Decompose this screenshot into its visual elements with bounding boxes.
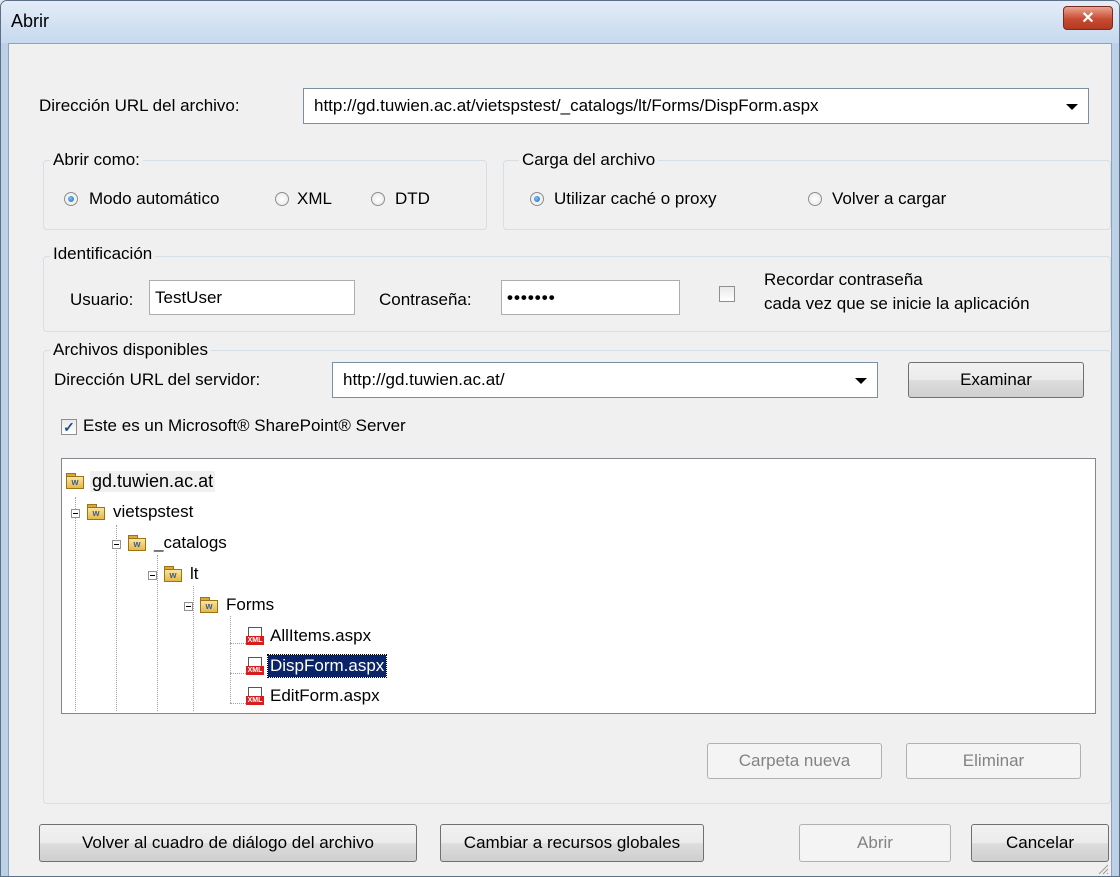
tree-connector — [75, 497, 76, 711]
xml-file-icon: XML — [246, 687, 264, 707]
user-input-value: TestUser — [155, 287, 223, 307]
server-url-combo[interactable]: http://gd.tuwien.ac.at/ — [332, 362, 878, 398]
open-dialog: Abrir ✕ Dirección URL del archivo: http:… — [0, 0, 1120, 877]
resize-grip-icon[interactable] — [1097, 863, 1109, 875]
sharepoint-label[interactable]: Este es un Microsoft® SharePoint® Server — [83, 416, 406, 436]
sharepoint-folder-icon: w — [128, 535, 146, 551]
chevron-down-icon[interactable] — [1066, 104, 1078, 110]
open-button[interactable]: Abrir — [799, 824, 951, 862]
tree-node-lt-label: lt — [190, 564, 199, 583]
close-button[interactable]: ✕ — [1063, 6, 1113, 30]
tree-node-site-label: vietspstest — [113, 502, 194, 521]
sharepoint-folder-icon: w — [66, 473, 84, 489]
remember-password-checkbox[interactable] — [719, 286, 735, 302]
file-url-combo[interactable]: http://gd.tuwien.ac.at/vietspstest/_cata… — [303, 88, 1089, 124]
radio-use-cache-label[interactable]: Utilizar caché o proxy — [554, 189, 717, 209]
user-input[interactable]: TestUser — [149, 280, 355, 315]
file-tree[interactable]: w gd.tuwien.ac.at w vietspstest w _catal… — [61, 458, 1096, 714]
tree-connector — [230, 643, 246, 644]
tree-connector — [116, 525, 117, 711]
server-url-label: Dirección URL del servidor: — [54, 370, 261, 389]
tree-file-dispform-label: DispForm.aspx — [266, 654, 388, 678]
collapse-icon[interactable] — [71, 509, 80, 518]
tree-connector — [157, 555, 158, 711]
file-url-label: Dirección URL del archivo: — [39, 96, 240, 115]
server-url-value: http://gd.tuwien.ac.at/ — [343, 370, 505, 389]
switch-to-global-resources-button[interactable]: Cambiar a recursos globales — [440, 824, 704, 862]
remember-password-label-1[interactable]: Recordar contraseña — [764, 270, 923, 290]
close-icon: ✕ — [1081, 10, 1095, 27]
xml-file-icon: XML — [246, 627, 264, 647]
identification-title: Identificación — [50, 244, 156, 264]
back-to-file-dialog-button[interactable]: Volver al cuadro de diálogo del archivo — [39, 824, 417, 862]
tree-node-root-label: gd.tuwien.ac.at — [90, 471, 216, 492]
password-label: Contraseña: — [379, 290, 472, 309]
radio-xml[interactable] — [275, 192, 289, 206]
dialog-client-area: Dirección URL del archivo: http://gd.tuw… — [8, 43, 1112, 876]
collapse-icon[interactable] — [184, 602, 193, 611]
tree-file-allitems-label: AllItems.aspx — [270, 626, 372, 645]
open-as-title: Abrir como: — [50, 150, 143, 170]
user-label: Usuario: — [70, 290, 134, 309]
tree-connector — [230, 673, 246, 674]
new-folder-button[interactable]: Carpeta nueva — [707, 743, 882, 779]
tree-node-forms-label: Forms — [226, 595, 275, 614]
tree-connector — [230, 616, 231, 703]
collapse-icon[interactable] — [112, 540, 121, 549]
password-input[interactable]: ••••••• — [501, 280, 680, 315]
checkmark-icon: ✓ — [63, 419, 75, 435]
radio-dtd[interactable] — [371, 192, 385, 206]
radio-reload-label[interactable]: Volver a cargar — [832, 189, 946, 209]
sharepoint-folder-icon: w — [164, 566, 182, 582]
collapse-icon[interactable] — [148, 571, 157, 580]
sharepoint-checkbox[interactable]: ✓ — [61, 419, 77, 435]
password-input-value: ••••••• — [507, 287, 556, 307]
radio-auto-mode[interactable] — [64, 192, 78, 206]
remember-password-label-2[interactable]: cada vez que se inicie la aplicación — [764, 294, 1030, 314]
tree-connector — [193, 586, 194, 711]
radio-use-cache[interactable] — [530, 192, 544, 206]
title-bar[interactable]: Abrir ✕ — [1, 1, 1119, 43]
radio-auto-mode-label[interactable]: Modo automático — [89, 189, 219, 209]
dialog-title: Abrir — [11, 11, 50, 31]
sharepoint-folder-icon: w — [87, 504, 105, 520]
radio-reload[interactable] — [808, 192, 822, 206]
available-files-title: Archivos disponibles — [50, 340, 211, 360]
radio-xml-label[interactable]: XML — [297, 189, 332, 209]
radio-dtd-label[interactable]: DTD — [395, 189, 430, 209]
tree-node-catalogs-label: _catalogs — [154, 533, 227, 552]
browse-button[interactable]: Examinar — [908, 362, 1084, 398]
xml-file-icon: XML — [246, 657, 264, 677]
file-load-title: Carga del archivo — [519, 150, 659, 170]
delete-button[interactable]: Eliminar — [906, 743, 1081, 779]
chevron-down-icon[interactable] — [855, 378, 867, 384]
sharepoint-folder-icon: w — [200, 597, 218, 613]
tree-connector — [230, 703, 246, 704]
file-url-value: http://gd.tuwien.ac.at/vietspstest/_cata… — [314, 96, 819, 115]
cancel-button[interactable]: Cancelar — [971, 824, 1109, 862]
tree-file-editform-label: EditForm.aspx — [270, 686, 380, 705]
